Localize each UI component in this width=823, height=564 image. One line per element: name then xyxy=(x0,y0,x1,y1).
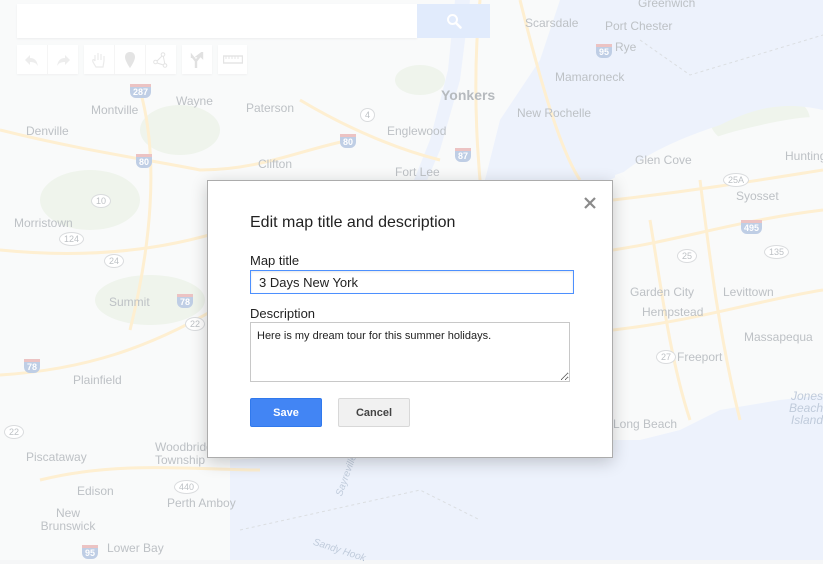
dialog-title: Edit map title and description xyxy=(250,214,456,231)
close-button[interactable] xyxy=(581,194,599,212)
map-title-input[interactable] xyxy=(250,270,574,294)
save-button[interactable]: Save xyxy=(250,398,322,427)
map-title-label: Map title xyxy=(250,253,300,268)
edit-map-dialog: Edit map title and description Map title… xyxy=(207,180,613,458)
description-textarea[interactable]: Here is my dream tour for this summer ho… xyxy=(250,322,570,382)
cancel-button[interactable]: Cancel xyxy=(338,398,410,427)
close-icon xyxy=(584,197,596,209)
description-label: Description xyxy=(250,306,316,321)
